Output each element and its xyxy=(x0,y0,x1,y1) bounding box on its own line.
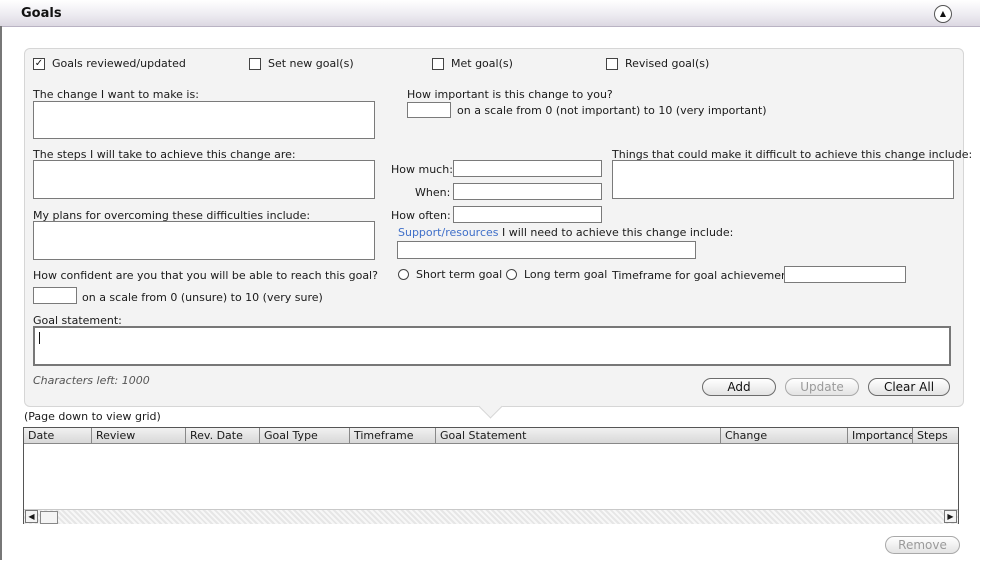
scroll-right-icon[interactable]: ▶ xyxy=(944,510,957,523)
importance-label: How important is this change to you? xyxy=(407,88,613,101)
collapse-icon[interactable]: ▲ xyxy=(934,5,952,23)
when-input[interactable] xyxy=(453,183,602,200)
radio-circle[interactable] xyxy=(398,269,409,280)
characters-left: Characters left: 1000 xyxy=(33,374,150,387)
column-rev-date[interactable]: Rev. Date xyxy=(186,428,260,443)
set-new-goals-checkbox[interactable]: Set new goal(s) xyxy=(249,57,354,70)
column-steps[interactable]: Steps xyxy=(913,428,958,443)
checkbox-label: Revised goal(s) xyxy=(625,57,710,70)
goals-grid: Date Review Rev. Date Goal Type Timefram… xyxy=(23,427,959,524)
scroll-left-icon[interactable]: ◀ xyxy=(25,510,38,523)
column-goal-statement[interactable]: Goal Statement xyxy=(436,428,721,443)
text-cursor xyxy=(39,332,40,344)
remove-button[interactable]: Remove xyxy=(885,536,960,554)
how-often-label: How often: xyxy=(391,209,451,222)
clear-all-button[interactable]: Clear All xyxy=(868,378,950,396)
confidence-label: How confident are you that you will be a… xyxy=(33,269,378,282)
revised-goals-checkbox[interactable]: Revised goal(s) xyxy=(606,57,709,70)
left-border xyxy=(0,26,2,560)
importance-scale-text: on a scale from 0 (not important) to 10 … xyxy=(457,104,767,117)
checkbox-label: Goals reviewed/updated xyxy=(52,57,186,70)
when-label: When: xyxy=(415,186,451,199)
radio-label: Short term goal xyxy=(416,268,503,281)
checkbox-box[interactable] xyxy=(606,57,618,70)
update-button[interactable]: Update xyxy=(785,378,859,396)
section-header xyxy=(0,0,980,27)
goal-statement-field[interactable] xyxy=(33,326,951,366)
difficulties-field[interactable] xyxy=(612,160,954,199)
long-term-radio[interactable]: Long term goal xyxy=(506,268,607,281)
confidence-scale-text: on a scale from 0 (unsure) to 10 (very s… xyxy=(82,291,323,304)
section-title: Goals xyxy=(21,6,62,21)
plans-field[interactable] xyxy=(33,221,375,260)
column-importance[interactable]: Importance xyxy=(848,428,913,443)
checkbox-box[interactable] xyxy=(432,57,444,70)
met-goals-checkbox[interactable]: Met goal(s) xyxy=(432,57,513,70)
grid-hint: (Page down to view grid) xyxy=(24,410,161,423)
how-much-input[interactable] xyxy=(453,160,602,177)
timeframe-input[interactable] xyxy=(784,266,906,283)
column-change[interactable]: Change xyxy=(721,428,848,443)
checkbox-label: Set new goal(s) xyxy=(268,57,354,70)
column-timeframe[interactable]: Timeframe xyxy=(350,428,436,443)
importance-input[interactable] xyxy=(407,102,451,118)
support-text: Support/resources I will need to achieve… xyxy=(398,226,733,239)
checkbox-box[interactable] xyxy=(249,57,261,70)
grid-header: Date Review Rev. Date Goal Type Timefram… xyxy=(24,428,958,444)
checkbox-label: Met goal(s) xyxy=(451,57,513,70)
change-field[interactable] xyxy=(33,101,375,139)
column-goal-type[interactable]: Goal Type xyxy=(260,428,350,443)
short-term-radio[interactable]: Short term goal xyxy=(398,268,502,281)
steps-field[interactable] xyxy=(33,160,375,199)
radio-label: Long term goal xyxy=(524,268,608,281)
support-input[interactable] xyxy=(397,241,696,259)
change-label: The change I want to make is: xyxy=(33,88,199,101)
how-often-input[interactable] xyxy=(453,206,602,223)
scroll-thumb[interactable] xyxy=(40,511,58,524)
checkbox-box[interactable]: ✓ xyxy=(33,57,45,70)
column-date[interactable]: Date xyxy=(24,428,92,443)
radio-circle[interactable] xyxy=(506,269,517,280)
goals-reviewed-checkbox[interactable]: ✓ Goals reviewed/updated xyxy=(33,57,186,70)
add-button[interactable]: Add xyxy=(702,378,776,396)
how-much-label: How much: xyxy=(391,163,453,176)
column-review[interactable]: Review xyxy=(92,428,186,443)
support-rest-text: I will need to achieve this change inclu… xyxy=(502,226,734,239)
confidence-input[interactable] xyxy=(33,287,77,304)
timeframe-label: Timeframe for goal achievement: xyxy=(612,269,796,282)
support-resources-link[interactable]: Support/resources xyxy=(398,226,499,239)
horizontal-scrollbar[interactable]: ◀ ▶ xyxy=(24,509,958,524)
